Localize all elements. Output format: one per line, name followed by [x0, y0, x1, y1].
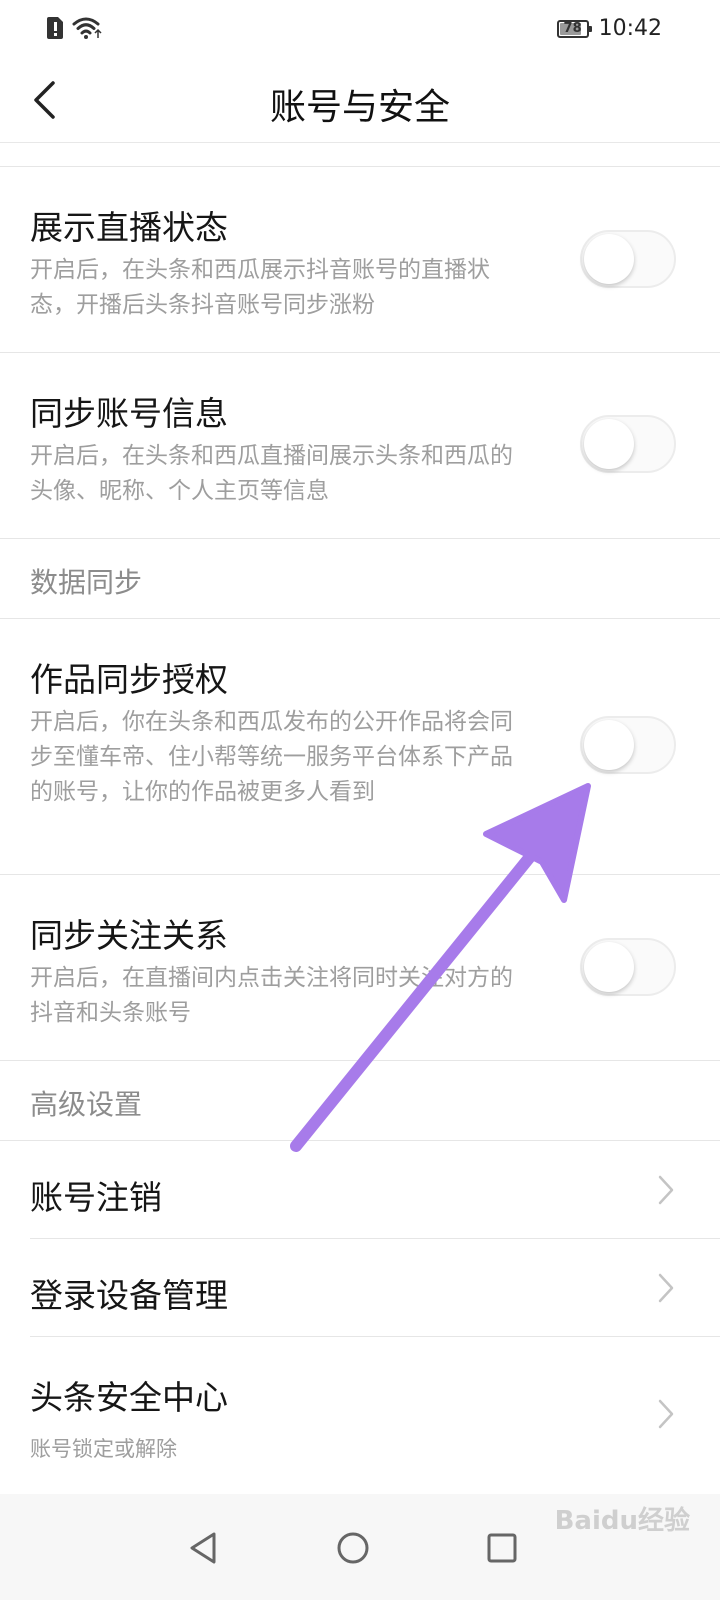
chevron-right-icon	[658, 1399, 674, 1429]
list-item-account-deletion[interactable]: 账号注销	[0, 1141, 720, 1239]
list-item-title: 账号注销	[30, 1178, 162, 1217]
toggle-knob	[584, 419, 634, 469]
setting-description: 开启后，在直播间内点击关注将同时关注对方的抖音和头条账号	[30, 965, 513, 1026]
setting-title: 同步账号信息	[30, 394, 228, 433]
wifi-icon	[72, 17, 102, 39]
list-item-subtitle: 账号锁定或解除	[30, 1437, 177, 1461]
sync-follow-toggle[interactable]	[580, 938, 676, 996]
clock: 10:42	[598, 16, 662, 41]
battery-level: 78	[563, 21, 582, 36]
works-sync-toggle[interactable]	[580, 716, 676, 774]
section-label: 高级设置	[30, 1088, 143, 1121]
top-nav-bar: 账号与安全	[0, 60, 720, 143]
status-bar: 78 10:42	[0, 0, 720, 60]
status-left	[46, 16, 102, 40]
page-title: 账号与安全	[269, 87, 450, 128]
toggle-knob	[584, 942, 634, 992]
live-status-toggle[interactable]	[580, 230, 676, 288]
setting-title: 作品同步授权	[30, 660, 228, 699]
list-item-login-devices[interactable]: 登录设备管理	[0, 1239, 720, 1337]
list-item-title: 登录设备管理	[30, 1276, 228, 1315]
setting-title: 同步关注关系	[30, 916, 228, 955]
status-right: 78 10:42	[556, 16, 662, 41]
setting-title: 展示直播状态	[30, 208, 228, 247]
setting-row-sync-follow: 同步关注关系 开启后，在直播间内点击关注将同时关注对方的抖音和头条账号	[0, 875, 720, 1061]
nav-home-circle-icon[interactable]	[333, 1528, 373, 1568]
setting-row-live-status: 展示直播状态 开启后，在头条和西瓜展示抖音账号的直播状态，开播后头条抖音账号同步…	[0, 167, 720, 353]
list-item-title: 头条安全中心	[30, 1378, 228, 1417]
setting-description: 开启后，在头条和西瓜展示抖音账号的直播状态，开播后头条抖音账号同步涨粉	[30, 257, 490, 318]
setting-description: 开启后，在头条和西瓜直播间展示头条和西瓜的头像、昵称、个人主页等信息	[30, 443, 513, 504]
setting-description: 开启后，你在头条和西瓜发布的公开作品将会同步至懂车帝、住小帮等统一服务平台体系下…	[30, 709, 513, 805]
section-header-advanced: 高级设置	[0, 1061, 720, 1141]
setting-row-sync-account-info: 同步账号信息 开启后，在头条和西瓜直播间展示头条和西瓜的头像、昵称、个人主页等信…	[0, 353, 720, 539]
sync-account-info-toggle[interactable]	[580, 415, 676, 473]
nav-back-triangle-icon[interactable]	[184, 1528, 224, 1568]
battery-icon: 78	[556, 19, 592, 38]
chevron-right-icon	[658, 1273, 674, 1303]
toggle-knob	[584, 234, 634, 284]
section-header-data-sync: 数据同步	[0, 539, 720, 619]
section-label: 数据同步	[30, 566, 143, 599]
nav-recents-square-icon[interactable]	[482, 1528, 522, 1568]
list-item-security-center[interactable]: 头条安全中心 账号锁定或解除	[0, 1337, 720, 1487]
setting-row-works-sync: 作品同步授权 开启后，你在头条和西瓜发布的公开作品将会同步至懂车帝、住小帮等统一…	[0, 619, 720, 875]
watermark-logo: Baidu经验	[554, 1506, 690, 1536]
alert-sim-icon	[47, 17, 63, 39]
chevron-right-icon	[658, 1175, 674, 1205]
toggle-knob	[584, 720, 634, 770]
